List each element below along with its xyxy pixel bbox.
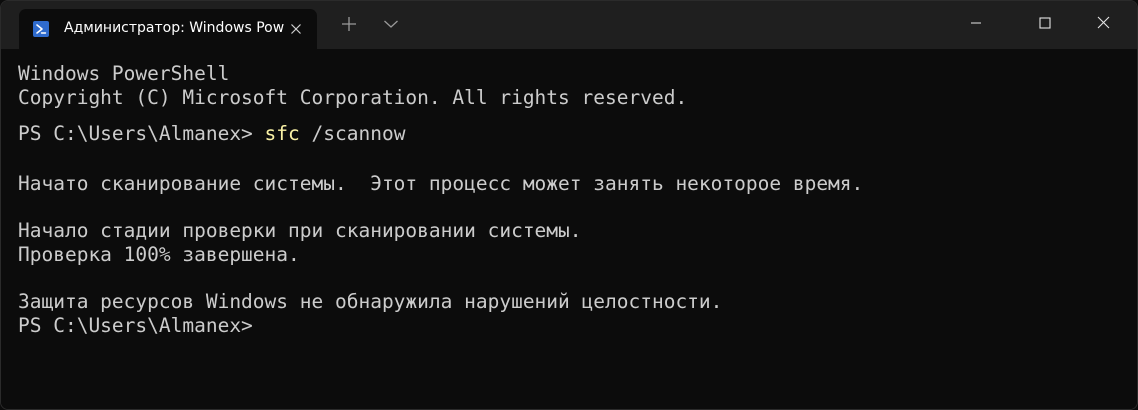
chevron-down-icon [383,16,399,37]
powershell-icon [33,21,49,37]
tab-dropdown-button[interactable] [374,9,408,43]
tab-title: Администратор: Windows Pow [64,20,284,36]
close-button[interactable] [1080,1,1126,49]
terminal-line: Начато сканирование системы. Этот процес… [18,172,864,195]
terminal-window: Администратор: Windows Pow Windows Power… [0,0,1138,410]
close-icon [1097,16,1110,34]
terminal-line: Защита ресурсов Windows не обнаружила на… [18,290,723,313]
command-line: PS C:\Users\Almanex> sfc /scannow [18,122,405,146]
minimize-button[interactable] [953,1,999,49]
tab-close-icon[interactable] [285,18,307,40]
terminal-line: Windows PowerShell [18,62,230,85]
new-tab-button[interactable] [332,9,366,43]
tab-powershell[interactable]: Администратор: Windows Pow [19,9,317,49]
terminal-prompt-line: PS C:\Users\Almanex> [18,314,253,337]
plus-icon [341,16,357,37]
terminal-line: Начало стадии проверки при сканировании … [18,219,582,242]
maximize-icon [1039,16,1051,34]
maximize-button[interactable] [1022,1,1068,49]
terminal-line: Проверка 100% завершена. [18,243,300,266]
prompt: PS C:\Users\Almanex> [18,122,265,145]
terminal-output[interactable]: Windows PowerShell Copyright (C) Microso… [1,49,1137,409]
minimize-icon [970,16,982,34]
terminal-line: Copyright (C) Microsoft Corporation. All… [18,86,688,109]
title-bar[interactable]: Администратор: Windows Pow [1,1,1137,49]
command-executable: sfc [264,122,300,145]
command-args: /scannow [299,122,406,145]
